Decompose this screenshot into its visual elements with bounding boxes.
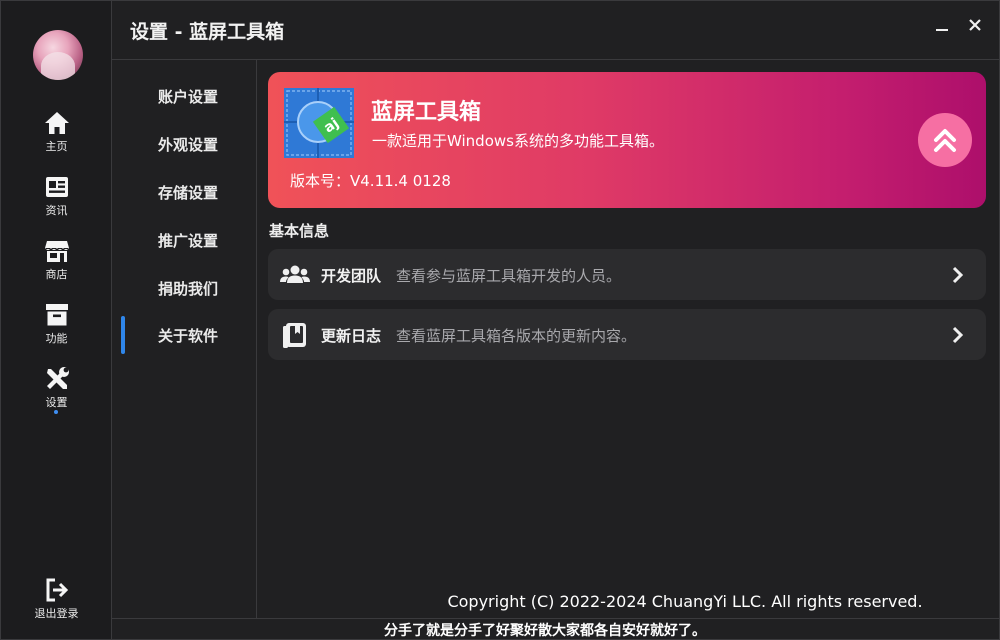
about-content: aj 蓝屏工具箱 一款适用于Windows系统的多功能工具箱。 版本号：V4.1…: [257, 60, 999, 618]
rail-item-label: 设置: [45, 396, 68, 409]
status-bar: 分手了就是分手了好聚好散大家都各自安好就好了。: [112, 618, 999, 639]
book-icon: [283, 323, 306, 348]
nav-item-storage[interactable]: 存储设置: [112, 173, 256, 213]
rail-item-label: 资讯: [45, 204, 68, 217]
row-description: 查看参与蓝屏工具箱开发的人员。: [396, 267, 622, 285]
row-description: 查看蓝屏工具箱各版本的更新内容。: [396, 327, 637, 345]
archive-icon: [45, 304, 68, 326]
title-bar: 设置 - 蓝屏工具箱: [112, 1, 999, 60]
copyright-text: Copyright (C) 2022-2024 ChuangYi LLC. Al…: [447, 592, 923, 611]
nav-item-appearance[interactable]: 外观设置: [112, 125, 256, 165]
app-logo-icon: aj: [284, 88, 354, 158]
nav-item-donate[interactable]: 捐助我们: [112, 269, 256, 309]
scroll-top-button[interactable]: [918, 113, 972, 167]
row-changelog[interactable]: 更新日志 查看蓝屏工具箱各版本的更新内容。: [268, 309, 986, 360]
rail-item-store[interactable]: 商店: [1, 237, 112, 293]
rail-item-label: 商店: [45, 268, 68, 281]
home-icon: [44, 112, 69, 134]
chevron-right-icon: [952, 326, 964, 344]
team-icon: [280, 265, 310, 283]
double-chevron-up-icon: [934, 129, 956, 152]
rail-item-home[interactable]: 主页: [1, 109, 112, 165]
chevron-right-icon: [952, 266, 964, 284]
nav-item-promotion[interactable]: 推广设置: [112, 221, 256, 261]
rail-item-label: 主页: [45, 140, 68, 153]
tools-icon: [46, 367, 69, 389]
app-version: 版本号：V4.11.4 0128: [290, 172, 451, 190]
row-dev-team[interactable]: 开发团队 查看参与蓝屏工具箱开发的人员。: [268, 249, 986, 300]
app-window: 主页 资讯 商店 功能 设置 退出登录 设置 - 蓝屏工具箱 账户设置 外观设置…: [0, 0, 1000, 640]
active-indicator-dot: [54, 410, 58, 414]
news-icon: [45, 177, 68, 197]
row-title: 更新日志: [321, 327, 382, 345]
logout-button[interactable]: 退出登录: [1, 576, 112, 626]
section-heading: 基本信息: [269, 222, 330, 240]
rail-item-label: 功能: [45, 332, 68, 345]
nav-item-about[interactable]: 关于软件: [112, 316, 256, 356]
rail-item-news[interactable]: 资讯: [1, 173, 112, 229]
app-description: 一款适用于Windows系统的多功能工具箱。: [372, 132, 664, 150]
left-rail: 主页 资讯 商店 功能 设置 退出登录: [1, 1, 112, 639]
store-icon: [44, 241, 69, 262]
avatar[interactable]: [33, 30, 83, 80]
logout-icon: [46, 578, 68, 602]
app-name: 蓝屏工具箱: [371, 100, 482, 125]
rail-item-functions[interactable]: 功能: [1, 301, 112, 357]
nav-item-account[interactable]: 账户设置: [112, 77, 256, 117]
settings-nav: 账户设置 外观设置 存储设置 推广设置 捐助我们 关于软件: [112, 60, 257, 618]
close-icon[interactable]: [963, 13, 987, 37]
status-message: 分手了就是分手了好聚好散大家都各自安好就好了。: [384, 623, 706, 639]
about-hero-card: aj 蓝屏工具箱 一款适用于Windows系统的多功能工具箱。 版本号：V4.1…: [268, 72, 986, 208]
row-title: 开发团队: [321, 267, 382, 285]
nav-active-indicator: [121, 316, 125, 354]
minimize-icon[interactable]: [930, 13, 954, 37]
logout-label: 退出登录: [34, 607, 79, 620]
window-title: 设置 - 蓝屏工具箱: [130, 21, 285, 43]
